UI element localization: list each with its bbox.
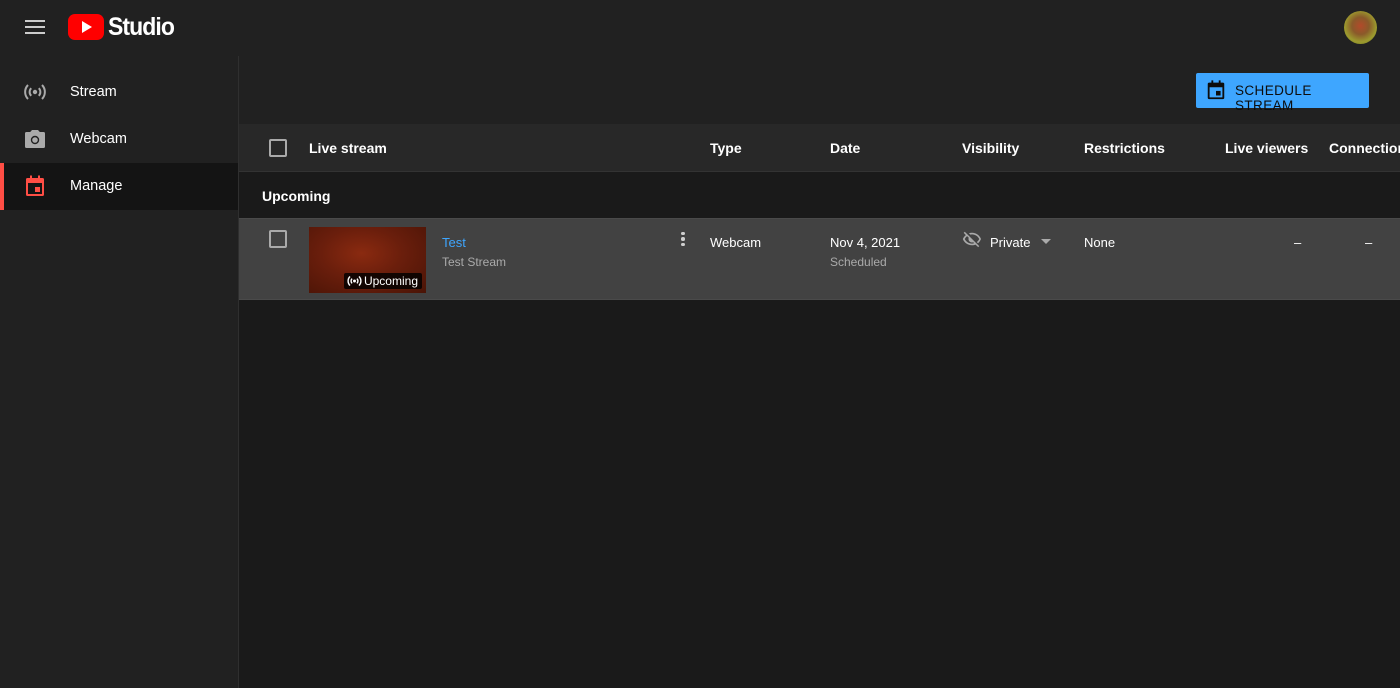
stream-thumbnail[interactable]: Upcoming — [309, 227, 426, 293]
visibility-off-icon — [962, 231, 981, 248]
table-row[interactable]: Upcoming Test Test Stream Webcam Nov 4, … — [239, 218, 1400, 300]
youtube-play-icon — [68, 14, 104, 40]
stream-connection: – — [1365, 235, 1373, 250]
stream-type: Webcam — [710, 235, 762, 250]
hamburger-menu-button[interactable] — [18, 12, 52, 42]
row-checkbox[interactable] — [269, 230, 287, 248]
schedule-stream-label: SCHEDULE STREAM — [1235, 83, 1312, 113]
calendar-icon — [23, 174, 47, 198]
account-avatar[interactable] — [1344, 11, 1377, 44]
column-header-date[interactable]: Date — [830, 140, 860, 156]
sidebar: Stream Webcam Manage — [0, 56, 239, 688]
column-header-live-stream[interactable]: Live stream — [309, 140, 387, 156]
studio-logo[interactable]: Studio — [68, 12, 180, 42]
broadcast-icon — [23, 80, 47, 104]
more-vert-icon-dot — [681, 237, 685, 241]
stream-description: Test Stream — [442, 255, 507, 269]
visibility-value: Private — [990, 235, 1031, 250]
schedule-stream-button[interactable]: SCHEDULE STREAM — [1196, 73, 1369, 113]
column-header-connection[interactable]: Connection — [1329, 140, 1400, 156]
hamburger-menu-icon — [25, 20, 45, 34]
sidebar-item-label: Webcam — [70, 131, 127, 147]
stream-title-link[interactable]: Test — [442, 235, 466, 250]
calendar-icon — [1207, 80, 1225, 100]
sidebar-item-stream[interactable]: Stream — [0, 69, 238, 116]
column-header-live-viewers[interactable]: Live viewers — [1225, 140, 1308, 156]
status-badge: Upcoming — [343, 273, 422, 289]
top-bar: Studio — [0, 0, 1400, 56]
status-badge-label: Upcoming — [363, 274, 418, 288]
main-content: SCHEDULE STREAM Live stream Type Date Vi… — [239, 56, 1400, 688]
section-label: Upcoming — [262, 188, 331, 204]
select-all-checkbox[interactable] — [269, 139, 287, 157]
visibility-dropdown[interactable]: Private — [962, 229, 1054, 253]
toolbar: SCHEDULE STREAM — [239, 56, 1400, 124]
stream-restrictions: None — [1084, 235, 1116, 250]
logo-text: Studio — [108, 12, 175, 41]
broadcast-icon — [347, 275, 362, 287]
section-upcoming: Upcoming — [239, 172, 1400, 218]
chevron-down-icon — [1041, 239, 1051, 244]
column-header-visibility[interactable]: Visibility — [962, 140, 1019, 156]
sidebar-item-label: Manage — [70, 178, 123, 194]
sidebar-item-label: Stream — [70, 84, 117, 100]
sidebar-item-manage[interactable]: Manage — [0, 163, 238, 210]
stream-date: Nov 4, 2021 — [830, 235, 901, 250]
more-vert-icon — [681, 231, 685, 236]
sidebar-item-webcam[interactable]: Webcam — [0, 116, 238, 163]
table-header: Live stream Type Date Visibility Restric… — [239, 124, 1400, 172]
stream-date-status: Scheduled — [830, 255, 887, 269]
more-options-button[interactable] — [676, 229, 690, 249]
stream-live-viewers: – — [1294, 235, 1302, 250]
camera-icon — [23, 127, 47, 151]
column-header-restrictions[interactable]: Restrictions — [1084, 140, 1165, 156]
more-vert-icon-dot — [681, 242, 685, 247]
column-header-type[interactable]: Type — [710, 140, 742, 156]
